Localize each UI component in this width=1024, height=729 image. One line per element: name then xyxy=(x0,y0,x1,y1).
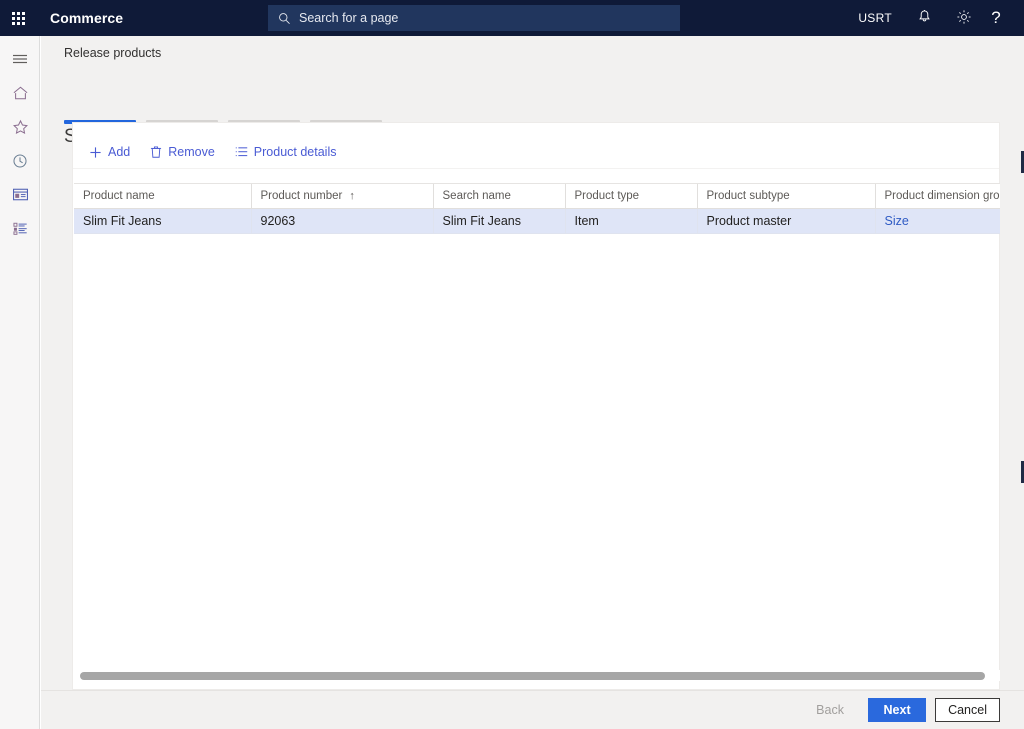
top-navigation-bar: Commerce Search for a page USRT xyxy=(0,0,1024,36)
app-launcher-button[interactable] xyxy=(0,0,36,36)
sort-ascending-icon: ↑ xyxy=(349,190,355,202)
cell-product-number[interactable]: 92063 xyxy=(251,208,433,233)
products-grid-container: Product name Product number ↑ Search name… xyxy=(74,183,1000,675)
column-header-product-name[interactable]: Product name xyxy=(74,184,251,208)
remove-button[interactable]: Remove xyxy=(141,141,224,163)
products-grid: Product name Product number ↑ Search name… xyxy=(74,184,1000,234)
breadcrumb[interactable]: Release products xyxy=(64,46,161,60)
home-icon xyxy=(12,85,29,106)
hamburger-icon xyxy=(12,52,28,70)
add-button[interactable]: Add xyxy=(80,141,139,163)
menu-toggle-button[interactable] xyxy=(0,44,40,78)
cell-text: Item xyxy=(575,214,599,228)
topbar-actions: USRT xyxy=(852,0,1024,36)
table-row[interactable]: Slim Fit Jeans 92063 Slim Fit Jeans Item xyxy=(74,208,1000,233)
list-icon xyxy=(12,221,29,241)
settings-button[interactable] xyxy=(944,0,984,36)
plus-icon xyxy=(89,146,102,159)
remove-button-label: Remove xyxy=(168,145,215,159)
add-button-label: Add xyxy=(108,145,130,159)
sidebar-item-workspaces[interactable] xyxy=(0,180,40,214)
cell-text: Slim Fit Jeans xyxy=(83,214,162,228)
product-details-button[interactable]: Product details xyxy=(226,141,346,163)
bell-icon xyxy=(917,9,932,28)
grid-horizontal-scrollbar-thumb[interactable] xyxy=(80,672,985,680)
sidebar-item-dashboard[interactable] xyxy=(0,78,40,112)
main-content-area: Release products Select products to rele… xyxy=(41,36,1024,729)
grid-header-row: Product name Product number ↑ Search name… xyxy=(74,184,1000,208)
star-icon xyxy=(12,119,29,140)
grid-horizontal-scrollbar[interactable] xyxy=(74,670,1000,681)
company-selector[interactable]: USRT xyxy=(852,0,898,36)
clock-icon xyxy=(12,153,28,174)
cell-product-type[interactable]: Item xyxy=(565,208,697,233)
next-button[interactable]: Next xyxy=(868,698,926,722)
column-header-product-number[interactable]: Product number ↑ xyxy=(251,184,433,208)
left-navigation-rail xyxy=(0,36,40,729)
column-header-product-type[interactable]: Product type xyxy=(565,184,697,208)
sidebar-item-recent[interactable] xyxy=(0,146,40,180)
column-header-label: Search name xyxy=(443,190,511,202)
trash-icon xyxy=(150,145,162,159)
cell-text: Product master xyxy=(707,214,792,228)
product-details-button-label: Product details xyxy=(254,145,337,159)
brand-title: Commerce xyxy=(50,10,123,26)
sidebar-item-modules[interactable] xyxy=(0,214,40,248)
cell-product-dimension-group[interactable]: Size xyxy=(875,208,1000,233)
sidebar-item-favorites[interactable] xyxy=(0,112,40,146)
cell-search-name[interactable]: Slim Fit Jeans xyxy=(433,208,565,233)
cell-link[interactable]: Size xyxy=(885,214,909,228)
cell-text: Slim Fit Jeans xyxy=(443,214,522,228)
search-placeholder: Search for a page xyxy=(299,11,398,25)
grid-toolbar: Add Remove xyxy=(73,136,999,169)
search-icon xyxy=(278,12,291,25)
notifications-button[interactable] xyxy=(904,0,944,36)
app-launcher-icon xyxy=(12,12,25,25)
cell-product-name[interactable]: Slim Fit Jeans xyxy=(74,208,251,233)
column-header-label: Product name xyxy=(83,190,155,202)
column-header-product-dimension-group[interactable]: Product dimension group xyxy=(875,184,1000,208)
workspace-icon xyxy=(12,187,29,207)
column-header-search-name[interactable]: Search name xyxy=(433,184,565,208)
cell-text: 92063 xyxy=(261,214,296,228)
column-header-label: Product number xyxy=(261,190,343,202)
back-button[interactable]: Back xyxy=(801,698,859,722)
gear-icon xyxy=(956,9,972,28)
cancel-button[interactable]: Cancel xyxy=(935,698,1000,722)
wizard-footer: Back Next Cancel xyxy=(41,690,1024,729)
column-header-label: Product type xyxy=(575,190,640,202)
products-panel: Add Remove xyxy=(72,122,1000,690)
column-header-label: Product dimension group xyxy=(885,190,1001,202)
help-button[interactable]: ? xyxy=(984,0,1024,36)
search-input[interactable]: Search for a page xyxy=(268,5,680,31)
column-header-product-subtype[interactable]: Product subtype xyxy=(697,184,875,208)
details-list-icon xyxy=(235,146,248,158)
column-header-label: Product subtype xyxy=(707,190,790,202)
cell-product-subtype[interactable]: Product master xyxy=(697,208,875,233)
